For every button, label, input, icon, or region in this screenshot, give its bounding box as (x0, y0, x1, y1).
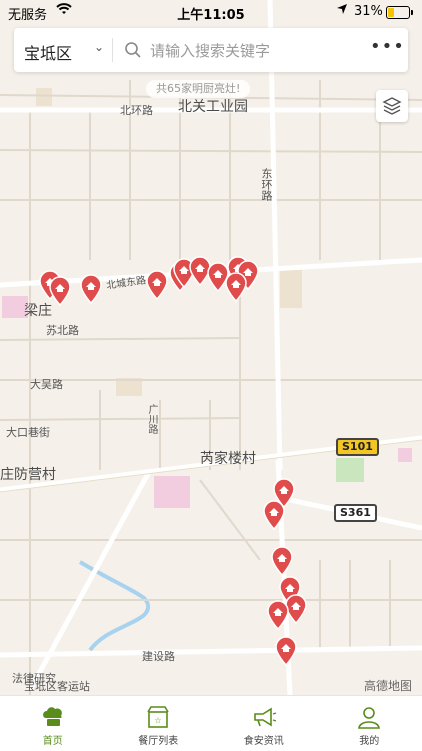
restaurant-marker[interactable] (274, 636, 298, 666)
restaurant-pin-icon (48, 276, 72, 306)
restaurant-marker[interactable] (224, 272, 248, 302)
restaurant-marker[interactable] (79, 274, 103, 304)
tab-home[interactable]: 首页 (0, 696, 106, 751)
search-icon (124, 41, 142, 59)
restaurant-pin-icon (274, 636, 298, 666)
search-bar: 宝坻区 ⌄ ••• (14, 28, 408, 72)
map-view[interactable]: 北环路 北关工业园 东环路 北城东路 梁庄 苏北路 大吴路 大口巷街 广川路 芮… (0, 0, 422, 695)
restaurant-marker[interactable] (262, 500, 286, 530)
tab-restaurant-list[interactable]: ☆ 餐厅列表 (106, 696, 212, 751)
divider (112, 38, 113, 62)
chevron-down-icon[interactable]: ⌄ (94, 40, 104, 54)
tab-bar: 首页 ☆ 餐厅列表 食安资讯 我的 (0, 695, 422, 751)
battery-percent: 31% (354, 4, 383, 19)
tab-label: 我的 (317, 732, 422, 747)
search-input[interactable] (148, 40, 372, 62)
district-selector[interactable]: 宝坻区 (24, 40, 72, 64)
map-attribution: 高德地图 (364, 677, 412, 694)
restaurant-pin-icon (266, 600, 290, 630)
restaurant-pin-icon (270, 546, 294, 576)
user-icon (356, 704, 382, 730)
location-arrow-icon (336, 3, 348, 19)
restaurant-pin-icon (224, 272, 248, 302)
map-label-dakou-lane: 大口巷街 (6, 424, 50, 440)
tab-label: 食安资讯 (211, 732, 317, 747)
restaurant-count-notice: 共65家明厨亮灶! (146, 80, 250, 98)
megaphone-icon (251, 704, 277, 730)
map-label-dawu-rd: 大吴路 (30, 376, 63, 392)
svg-text:☆: ☆ (155, 716, 162, 725)
road-shield-s101: S101 (336, 438, 379, 456)
map-label-east-ring-rd: 东环路 (258, 168, 274, 201)
map-label-north-ring-rd: 北环路 (120, 102, 153, 118)
tab-label: 首页 (0, 732, 106, 747)
restaurant-marker[interactable] (266, 600, 290, 630)
restaurant-marker[interactable] (145, 270, 169, 300)
map-label-guangchuan-rd: 广川路 (144, 404, 159, 434)
restaurant-pin-icon (79, 274, 103, 304)
restaurant-marker[interactable] (48, 276, 72, 306)
layers-icon (382, 96, 402, 116)
tab-label: 餐厅列表 (106, 732, 212, 747)
restaurant-pin-icon (262, 500, 286, 530)
restaurant-pin-icon (145, 270, 169, 300)
restaurant-marker[interactable] (270, 546, 294, 576)
more-options-button[interactable]: ••• (370, 38, 398, 62)
map-label-fangying: 庄防营村 (0, 464, 56, 484)
chef-hat-icon (40, 704, 66, 730)
restaurant-icon: ☆ (145, 704, 171, 730)
map-label-jianshe-rd: 建设路 (142, 648, 175, 664)
layers-button[interactable] (376, 90, 408, 122)
map-label-industrial-park: 北关工业园 (178, 96, 248, 116)
tab-food-safety-news[interactable]: 食安资讯 (211, 696, 317, 751)
map-label-bus-station: 宝坻区客运站 (24, 678, 90, 694)
tab-profile[interactable]: 我的 (317, 696, 422, 751)
battery-icon (386, 6, 410, 19)
road-shield-s361: S361 (334, 504, 377, 522)
map-label-ruijia-louzi: 芮家楼村 (200, 448, 256, 468)
status-bar: 无服务 上午11:05 31% (0, 0, 422, 24)
map-label-subei-rd: 苏北路 (46, 322, 79, 338)
